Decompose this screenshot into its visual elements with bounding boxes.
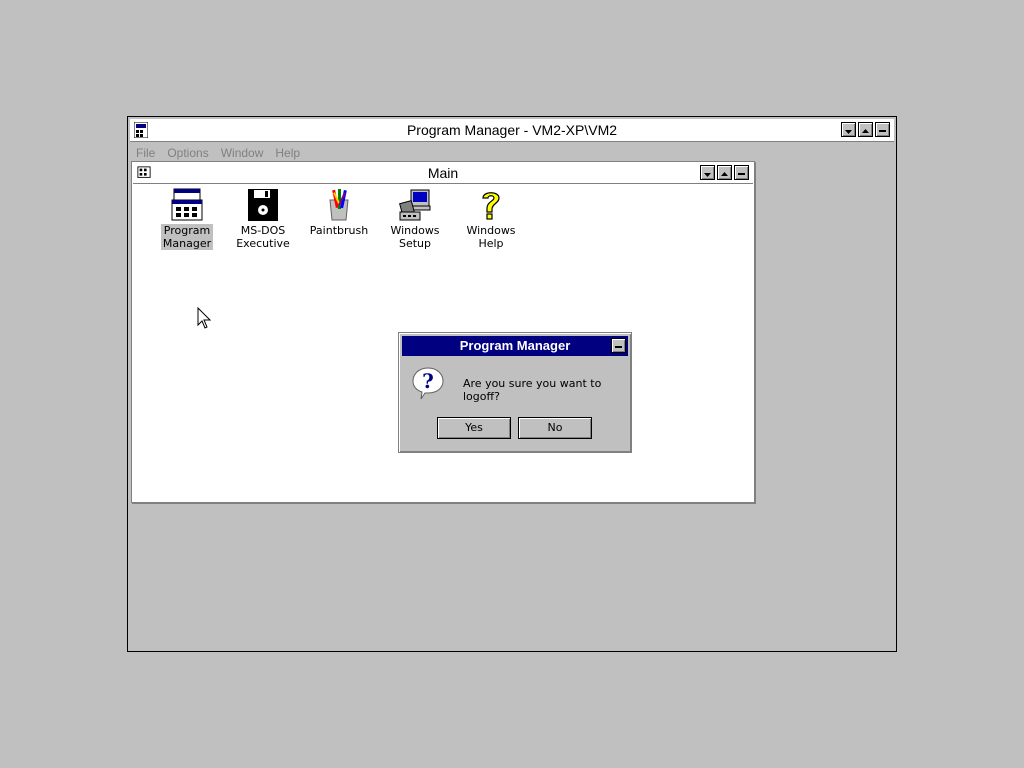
dialog-titlebar[interactable]: Program Manager <box>402 336 628 356</box>
minimize-button[interactable] <box>841 122 856 137</box>
label-line-1: Windows <box>390 224 440 237</box>
program-item-label: Paintbrush <box>308 224 370 237</box>
dialog-system-menu-button[interactable] <box>611 338 626 353</box>
maximize-button[interactable] <box>858 122 873 137</box>
label-line-2: Manager <box>162 237 212 250</box>
mouse-cursor-icon <box>197 307 212 329</box>
no-button[interactable]: No <box>518 417 592 439</box>
program-manager-titlebar[interactable]: Program Manager - VM2-XP\VM2 <box>130 119 894 142</box>
close-icon <box>879 130 886 132</box>
program-item-paintbrush[interactable]: Paintbrush <box>306 188 372 250</box>
dialog-title: Program Manager <box>459 338 571 353</box>
program-item-label: MS-DOS Executive <box>234 224 292 250</box>
dialog-message: Are you sure you want to logoff? <box>463 377 602 403</box>
svg-text:?: ? <box>422 369 434 393</box>
label-line-2: Executive <box>236 237 290 250</box>
program-manager-icon <box>171 188 203 221</box>
program-item-label: Windows Help <box>464 224 517 250</box>
label-line-2: Help <box>478 237 504 250</box>
program-item-label: Windows Setup <box>388 224 441 250</box>
paintbrush-icon <box>329 189 349 221</box>
group-maximize-button[interactable] <box>717 165 732 180</box>
program-item-windows-help[interactable]: Windows Help <box>458 188 524 250</box>
program-item-label: Program Manager <box>160 224 214 250</box>
program-icons: Program Manager MS-DOS Executive Paintbr… <box>154 188 524 250</box>
group-close-button[interactable] <box>734 165 749 180</box>
main-group-title: Main <box>427 165 459 181</box>
question-icon: ? <box>412 367 444 400</box>
maximize-icon <box>721 172 728 176</box>
menu-file[interactable]: File <box>136 145 155 160</box>
close-button[interactable] <box>875 122 890 137</box>
menu-help[interactable]: Help <box>275 145 300 160</box>
windows-setup-icon <box>399 189 431 221</box>
label-line-2: Setup <box>398 237 431 250</box>
help-question-icon <box>482 192 500 220</box>
label-line-1: Program <box>163 224 211 237</box>
main-group-titlebar[interactable]: Main <box>133 163 753 184</box>
close-icon <box>738 173 745 175</box>
yes-button[interactable]: Yes <box>437 417 511 439</box>
group-minimize-button[interactable] <box>700 165 715 180</box>
label-line-1: MS-DOS <box>240 224 286 237</box>
label-line-1: Windows <box>466 224 516 237</box>
menu-window[interactable]: Window <box>221 145 264 160</box>
program-item-windows-setup[interactable]: Windows Setup <box>382 188 448 250</box>
logoff-dialog: Program Manager ? Are you sure you want … <box>398 332 632 453</box>
program-manager-title: Program Manager - VM2-XP\VM2 <box>406 122 618 138</box>
program-item-program-manager[interactable]: Program Manager <box>154 188 220 250</box>
maximize-icon <box>862 129 869 133</box>
menu-bar: File Options Window Help <box>130 142 894 163</box>
label-line-1: Paintbrush <box>309 224 369 237</box>
menu-options[interactable]: Options <box>167 145 208 160</box>
minimize-icon <box>845 130 852 134</box>
floppy-disk-icon <box>248 189 278 221</box>
program-item-ms-dos-executive[interactable]: MS-DOS Executive <box>230 188 296 250</box>
minimize-icon <box>704 173 711 177</box>
system-menu-icon <box>615 346 622 348</box>
